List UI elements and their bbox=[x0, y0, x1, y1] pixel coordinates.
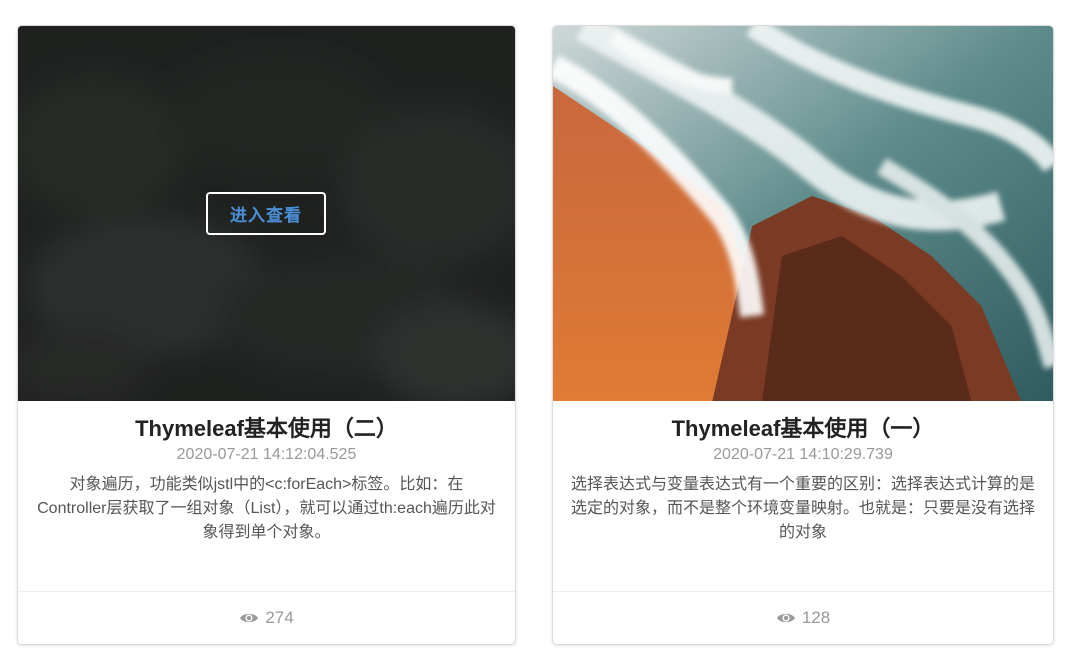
article-title[interactable]: Thymeleaf基本使用（一） bbox=[553, 415, 1053, 443]
article-body: Thymeleaf基本使用（二） 2020-07-21 14:12:04.525… bbox=[18, 401, 515, 594]
ocean-rocks-image bbox=[553, 26, 1053, 401]
eye-icon bbox=[776, 613, 795, 623]
eye-icon bbox=[240, 613, 259, 623]
view-article-button[interactable]: 进入查看 bbox=[206, 192, 326, 235]
article-body: Thymeleaf基本使用（一） 2020-07-21 14:10:29.739… bbox=[553, 401, 1053, 594]
article-date: 2020-07-21 14:12:04.525 bbox=[176, 446, 357, 463]
view-count: 274 bbox=[265, 608, 294, 627]
article-title[interactable]: Thymeleaf基本使用（二） bbox=[18, 415, 515, 443]
view-count: 128 bbox=[801, 608, 831, 627]
article-description: 对象遍历，功能类似jstl中的<c:forEach>标签。比如：在Control… bbox=[37, 476, 496, 541]
article-card[interactable]: 进入查看 Thymeleaf基本使用（二） 2020-07-21 14:12:0… bbox=[17, 25, 516, 645]
article-date: 2020-07-21 14:10:29.739 bbox=[713, 446, 893, 463]
article-card[interactable]: Thymeleaf基本使用（一） 2020-07-21 14:10:29.739… bbox=[552, 25, 1054, 645]
article-description: 选择表达式与变量表达式有一个重要的区别：选择表达式计算的是选定的对象，而不是整个… bbox=[571, 476, 1036, 541]
article-thumbnail[interactable] bbox=[553, 26, 1053, 401]
article-thumbnail[interactable]: 进入查看 bbox=[18, 26, 515, 401]
article-footer: 128 bbox=[553, 591, 1053, 644]
article-footer: 274 bbox=[18, 591, 515, 644]
